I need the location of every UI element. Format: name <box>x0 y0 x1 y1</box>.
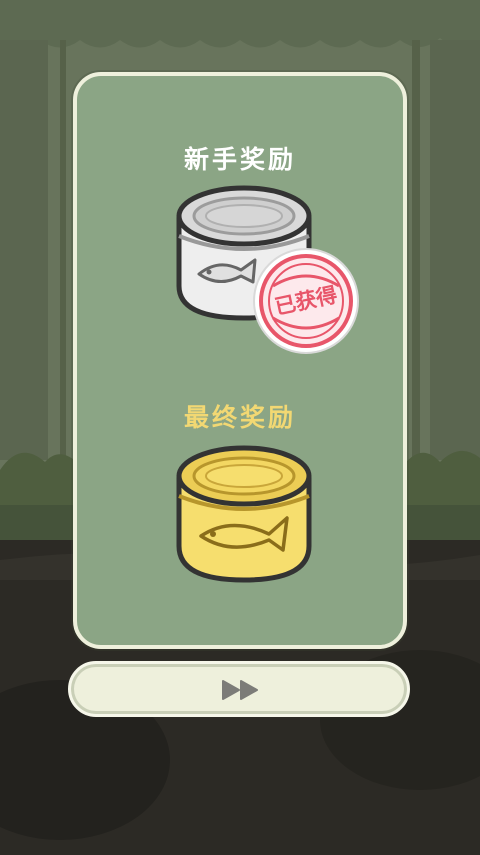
next-button[interactable] <box>68 661 410 717</box>
starter-reward-title: 新手奖励 <box>183 145 296 174</box>
reward-panel: 新手奖励 已获得 最终奖励 <box>73 72 407 649</box>
stamp-label: 已获得 <box>272 282 340 320</box>
obtained-stamp: 已获得 <box>251 246 361 356</box>
fast-forward-icon <box>222 680 258 700</box>
gold-fish-can-icon <box>176 445 312 583</box>
final-reward-title: 最终奖励 <box>183 403 296 432</box>
game-screen: 新手奖励 已获得 最终奖励 <box>0 0 480 855</box>
